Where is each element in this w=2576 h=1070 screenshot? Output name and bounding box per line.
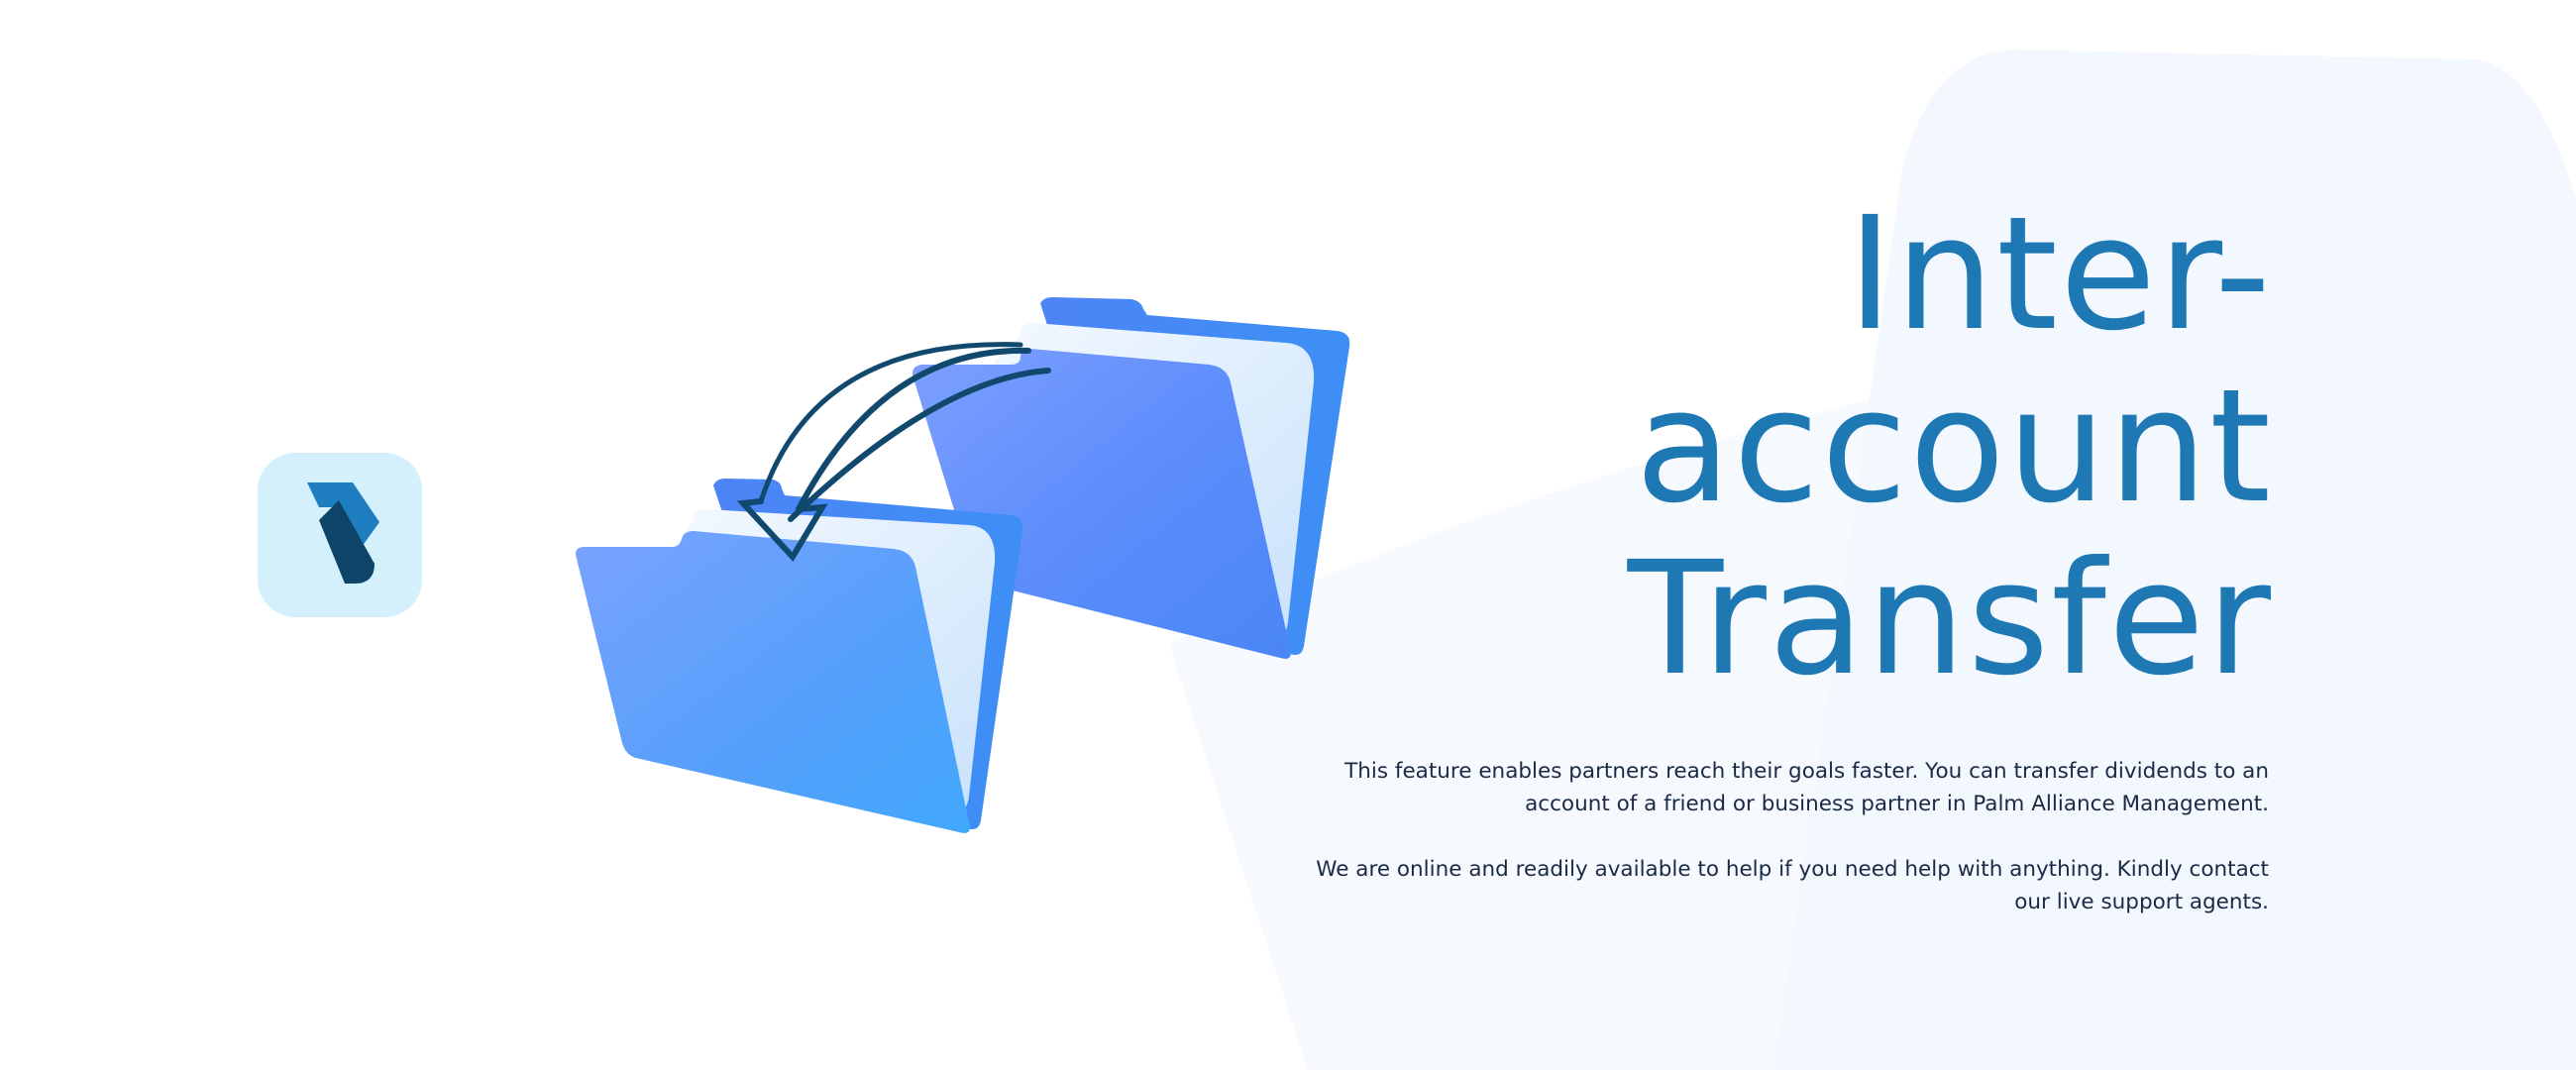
- folder-transfer-illustration: [576, 297, 1350, 833]
- title-line-1: Inter-: [1847, 183, 2273, 366]
- description-paragraph: This feature enables partners reach thei…: [1344, 759, 2269, 816]
- support-paragraph: We are online and readily available to h…: [1316, 857, 2269, 914]
- logo-tile: [258, 453, 422, 617]
- title-line-3: Transfer: [1627, 528, 2273, 710]
- title-line-2: account: [1635, 356, 2273, 538]
- page-title: Inter- account Transfer: [1381, 188, 2273, 705]
- palm-alliance-logo-icon: [307, 482, 379, 584]
- folder-icon: [576, 479, 1023, 833]
- feature-description: This feature enables partners reach thei…: [1278, 755, 2269, 951]
